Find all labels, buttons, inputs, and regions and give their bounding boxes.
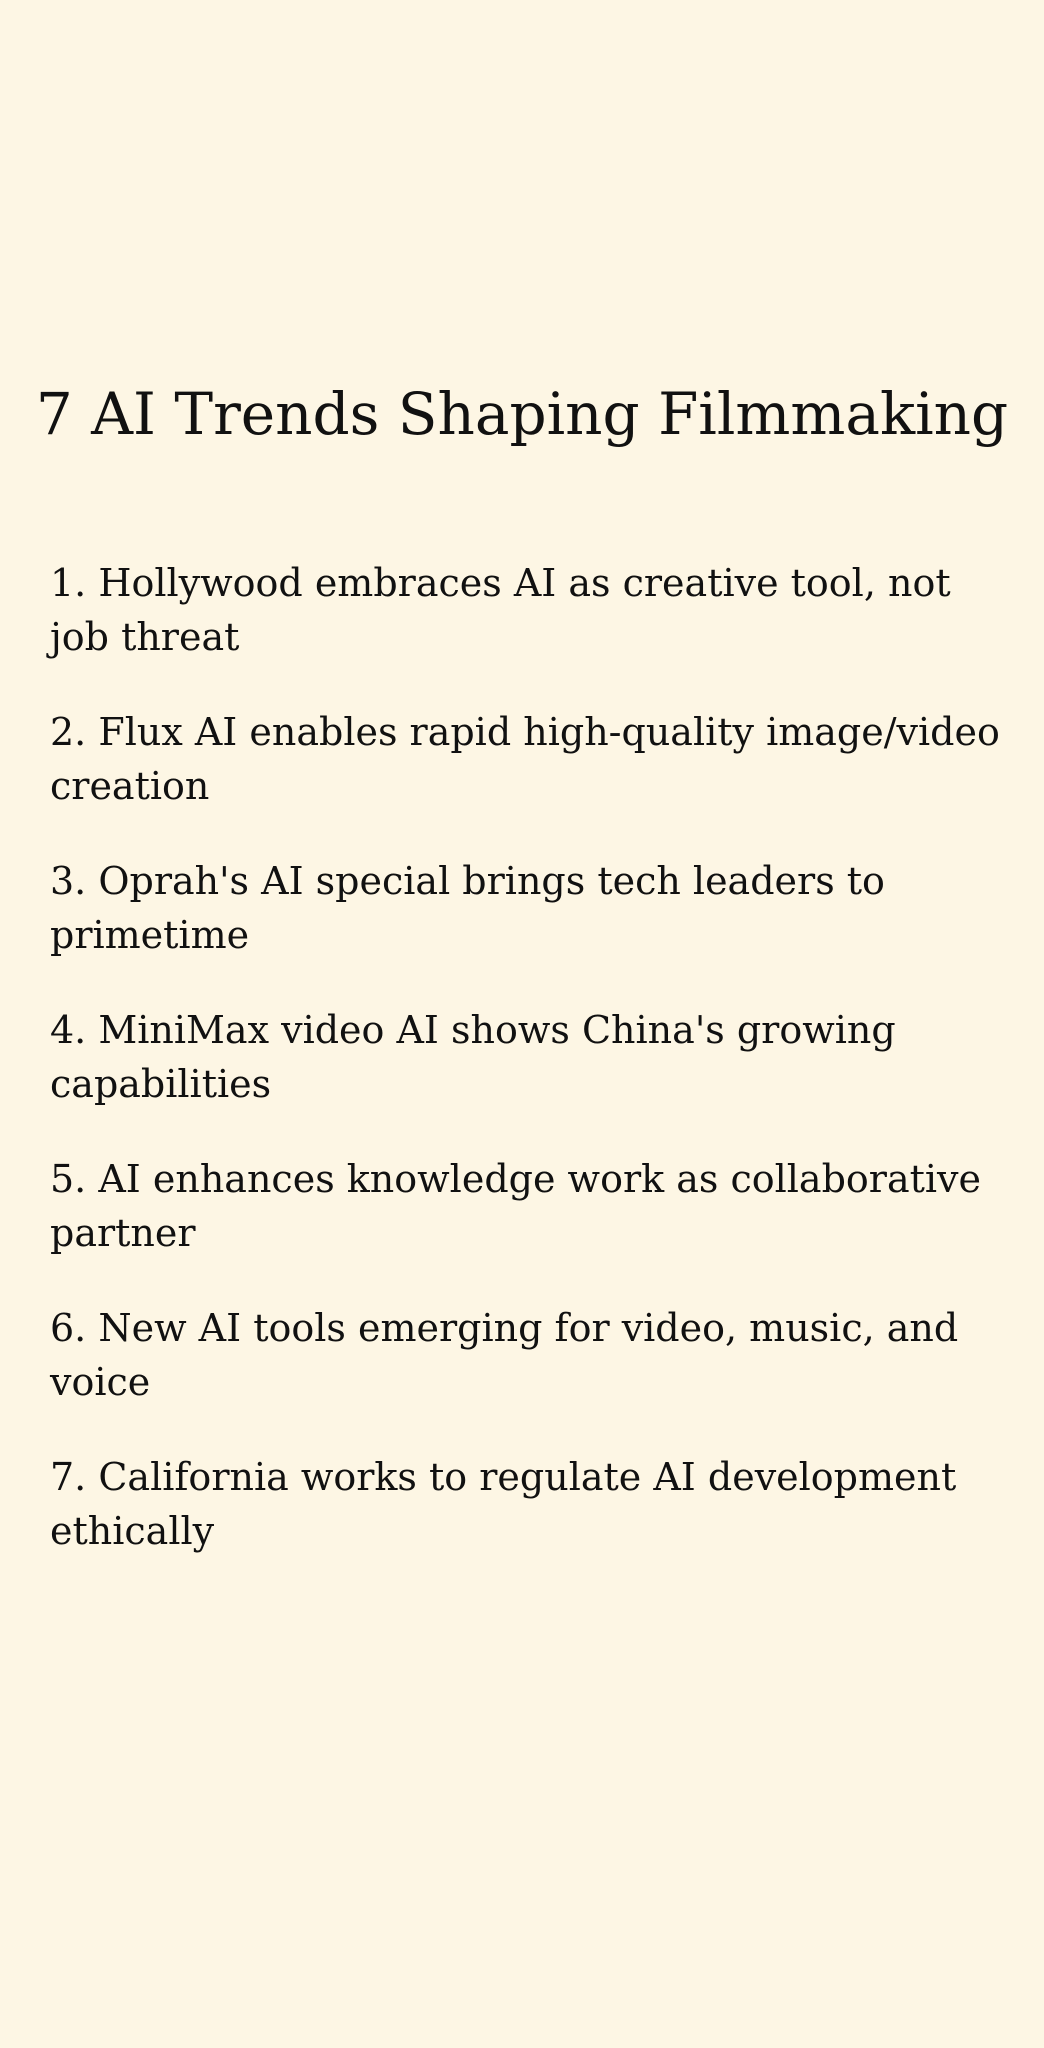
trend-item-4: 4. MiniMax video AI shows China's growin… <box>50 1008 896 1106</box>
trend-item-5: 5. AI enhances knowledge work as collabo… <box>50 1157 981 1255</box>
trend-list: 1. Hollywood embraces AI as creative too… <box>50 556 1000 1599</box>
page-title: 7 AI Trends Shaping Filmmaking <box>35 380 1009 448</box>
document-page: 7 AI Trends Shaping Filmmaking 1. Hollyw… <box>0 0 1044 2048</box>
trend-item-1: 1. Hollywood embraces AI as creative too… <box>50 561 951 659</box>
trend-item-7: 7. California works to regulate AI devel… <box>50 1455 957 1553</box>
trend-item-2: 2. Flux AI enables rapid high-quality im… <box>50 710 1000 808</box>
trend-item-3: 3. Oprah's AI special brings tech leader… <box>50 859 885 957</box>
trend-item-6: 6. New AI tools emerging for video, musi… <box>50 1306 959 1404</box>
